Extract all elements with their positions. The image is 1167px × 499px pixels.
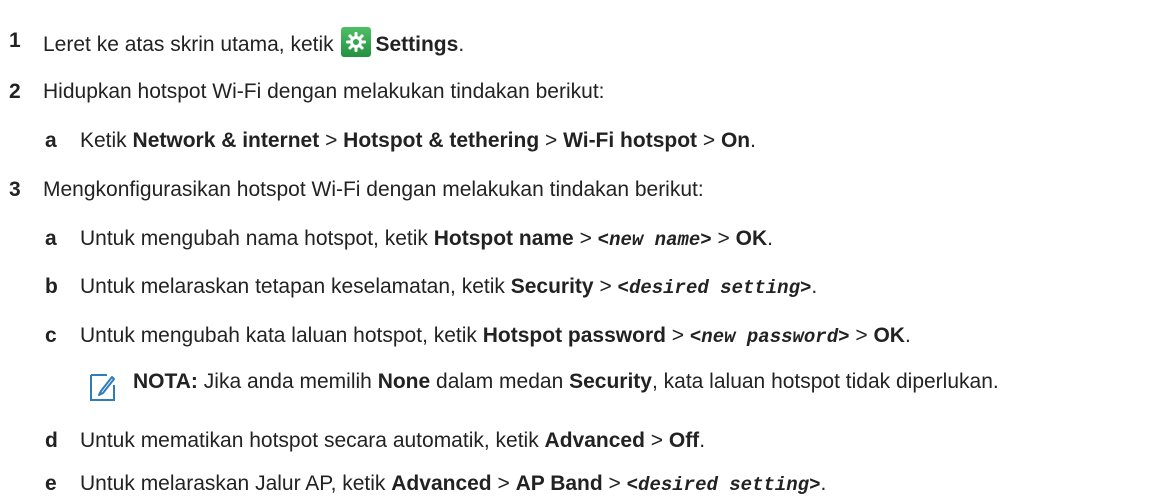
substep-pre: Ketik [80,129,133,152]
substep-text: Untuk mematikan hotspot secara automatik… [80,427,705,455]
placeholder-desired-setting: <desired setting> [626,474,821,496]
path-ap-band: AP Band [515,472,603,495]
step-number: 2 [9,80,21,103]
note-security: Security [569,370,652,393]
substep-pre: Untuk mengubah kata laluan hotspot, keti… [80,324,483,347]
path-hotspot-password: Hotspot password [482,324,666,347]
substep-end: . [750,129,756,152]
note-none: None [377,370,431,393]
substep-letter: b [45,275,58,298]
separator: > [644,429,669,452]
separator: > [491,472,516,495]
substep-end: . [820,472,827,495]
substep-end: . [767,227,773,250]
separator: > [539,129,564,152]
settings-label: Settings [375,33,459,56]
path-off: Off [668,429,700,452]
path-hotspot-tethering: Hotspot & tethering [343,129,540,152]
separator: > [593,275,618,298]
note-t3: , kata laluan hotspot tidak diperlukan. [651,370,999,393]
step-text: Leret ke atas skrin utama, ketik Setting… [43,27,464,59]
path-advanced: Advanced [544,429,645,452]
settings-gear-icon [341,27,372,57]
step-number: 1 [9,29,21,52]
separator: > [697,129,721,152]
note-text: NOTA: Jika anda memilih None dalam medan… [133,368,1133,396]
path-wifi-hotspot: Wi-Fi hotspot [563,129,698,152]
path-advanced: Advanced [391,472,492,495]
substep-text: Untuk melaraskan tetapan keselamatan, ke… [80,273,817,302]
substep-end: . [811,275,818,298]
substep-letter: c [45,324,57,347]
substep-text: Untuk mengubah nama hotspot, ketik Hotsp… [80,225,773,254]
step-text: Mengkonfigurasikan hotspot Wi-Fi dengan … [43,178,704,201]
step-text: Hidupkan hotspot Wi-Fi dengan melakukan … [43,80,605,103]
placeholder-new-name: <new name> [597,229,712,251]
path-hotspot-name: Hotspot name [433,227,574,250]
substep-pre: Untuk mematikan hotspot secara automatik… [80,429,545,452]
substep-text: Untuk mengubah kata laluan hotspot, keti… [80,322,911,351]
path-network-internet: Network & internet [132,129,320,152]
substep-letter: a [45,227,57,250]
note-t1: Jika anda memilih [197,370,378,393]
separator: > [711,227,736,250]
separator: > [573,227,598,250]
substep-text: Untuk melaraskan Jalur AP, ketik Advance… [80,470,826,499]
substep-letter: d [45,429,58,452]
path-security: Security [510,275,594,298]
note-label: NOTA: [133,370,198,393]
note-t2: dalam medan [430,370,570,393]
substep-pre: Untuk melaraskan tetapan keselamatan, ke… [80,275,511,298]
substep-text: Ketik Network & internet > Hotspot & tet… [80,127,756,155]
path-ok: OK [735,227,768,250]
placeholder-new-password: <new password> [689,326,850,348]
separator: > [319,129,344,152]
substep-end: . [904,324,911,347]
pencil-note-icon [89,372,117,408]
step-end: . [458,33,465,56]
step-number: 3 [9,178,21,201]
substep-end: . [699,429,706,452]
separator: > [849,324,874,347]
substep-pre: Untuk mengubah nama hotspot, ketik [80,227,434,250]
step-pre-text: Leret ke atas skrin utama, ketik [43,33,340,56]
placeholder-desired-setting: <desired setting> [617,277,812,299]
path-ok: OK [873,324,905,347]
substep-pre: Untuk melaraskan Jalur AP, ketik [80,472,392,495]
separator: > [665,324,690,347]
separator: > [602,472,627,495]
substep-letter: a [45,129,57,152]
substep-letter: e [45,472,57,495]
path-on: On [720,129,751,152]
